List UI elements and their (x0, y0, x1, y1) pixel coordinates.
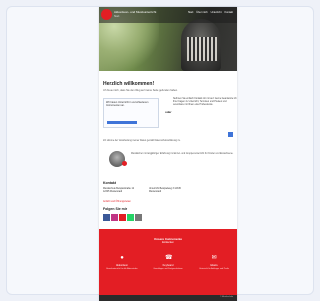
profile-section: Musiklehrer mit langjähriger Erfahrung i… (103, 151, 233, 177)
nav-item-start[interactable]: Start (188, 11, 193, 14)
hero-accordion (187, 37, 217, 61)
avatar-badge (122, 161, 127, 166)
intro-section: Wir bieten Unterricht in verschiedenen I… (103, 98, 237, 138)
consent-text: Ich stimme der Verarbeitung meiner Daten… (103, 140, 181, 142)
footer-column-text: Grundlagen und Fortgeschrittene (153, 268, 183, 270)
nav-item-lessons[interactable]: Unterricht (211, 11, 222, 14)
page-heading: Herzlich willkommen! (103, 81, 155, 87)
site-logo[interactable] (101, 9, 112, 20)
footer-column-label[interactable]: Akkordeon (105, 264, 139, 267)
address-block: Musikschule Beispielstraße 12 12345 Must… (103, 188, 233, 198)
copyright: © Musikschule (219, 296, 233, 298)
phone-icon: ☎ (165, 255, 173, 261)
directions-link[interactable]: Anfahrt und Öffnungszeiten (103, 201, 233, 203)
site-subtitle: Start (114, 15, 120, 18)
address-1: Musikschule Beispielstraße 12 12345 Must… (103, 188, 135, 193)
footer-column-2: ☎ Keyboard Grundlagen und Fortgeschritte… (151, 255, 185, 271)
info-box-button[interactable] (107, 121, 137, 124)
social-title: Folgen Sie mir (103, 207, 128, 211)
whatsapp-icon[interactable] (127, 214, 134, 221)
instagram-icon[interactable] (111, 214, 118, 221)
profile-text: Musiklehrer mit langjähriger Erfahrung i… (131, 153, 234, 155)
footer-column-3: ✉ Gitarre Unterricht für Anfänger und Pr… (197, 255, 231, 271)
contact-intro-text: Nehmen Sie einfach Kontakt mit mir auf. … (173, 98, 237, 106)
main-nav: Start Über mich Unterricht Kontakt (188, 11, 233, 14)
info-box-text: Wir bieten Unterricht in verschiedenen I… (106, 101, 149, 107)
footer-bottom: © Musikschule (99, 295, 237, 301)
site-title[interactable]: Akkordeon- und Musikunterricht (114, 10, 156, 14)
facebook-icon[interactable] (103, 214, 110, 221)
location-icon: ● (120, 255, 124, 261)
hero-image: Akkordeon- und Musikunterricht Start Sta… (99, 7, 237, 71)
address-2: Unterricht Beispielweg 3 12345 Mustersta… (149, 188, 181, 193)
website-thumbnail: Akkordeon- und Musikunterricht Start Sta… (99, 7, 237, 301)
footer-subtitle: Entdecken (162, 241, 174, 244)
nav-item-contact[interactable]: Kontakt (225, 11, 233, 14)
footer-column-text: Unterricht für Anfänger und Profis (199, 268, 229, 270)
lead-text: Ich freue mich, dass Sie den Weg auf mei… (103, 89, 178, 92)
footer-column-label[interactable]: Gitarre (197, 264, 231, 267)
footer-column-label[interactable]: Keyboard (151, 264, 185, 267)
footer-column-text: Einzelunterricht für alle Altersstufen (106, 268, 138, 270)
social-icons (103, 214, 233, 221)
youtube-icon[interactable] (119, 214, 126, 221)
main-content: Herzlich willkommen! Ich freue mich, das… (99, 75, 237, 221)
footer-banner: Unsere Instrumente Entdecken ● Akkordeon… (99, 229, 237, 295)
info-box: Wir bieten Unterricht in verschiedenen I… (103, 98, 159, 128)
mail-icon: ✉ (211, 255, 217, 261)
contact-title: Kontakt (103, 181, 117, 185)
help-badge[interactable] (228, 132, 233, 137)
nav-item-about[interactable]: Über mich (196, 11, 207, 14)
email-icon[interactable] (135, 214, 142, 221)
footer-column-1: ● Akkordeon Einzelunterricht für alle Al… (105, 255, 139, 271)
or-label: oder (165, 110, 172, 114)
